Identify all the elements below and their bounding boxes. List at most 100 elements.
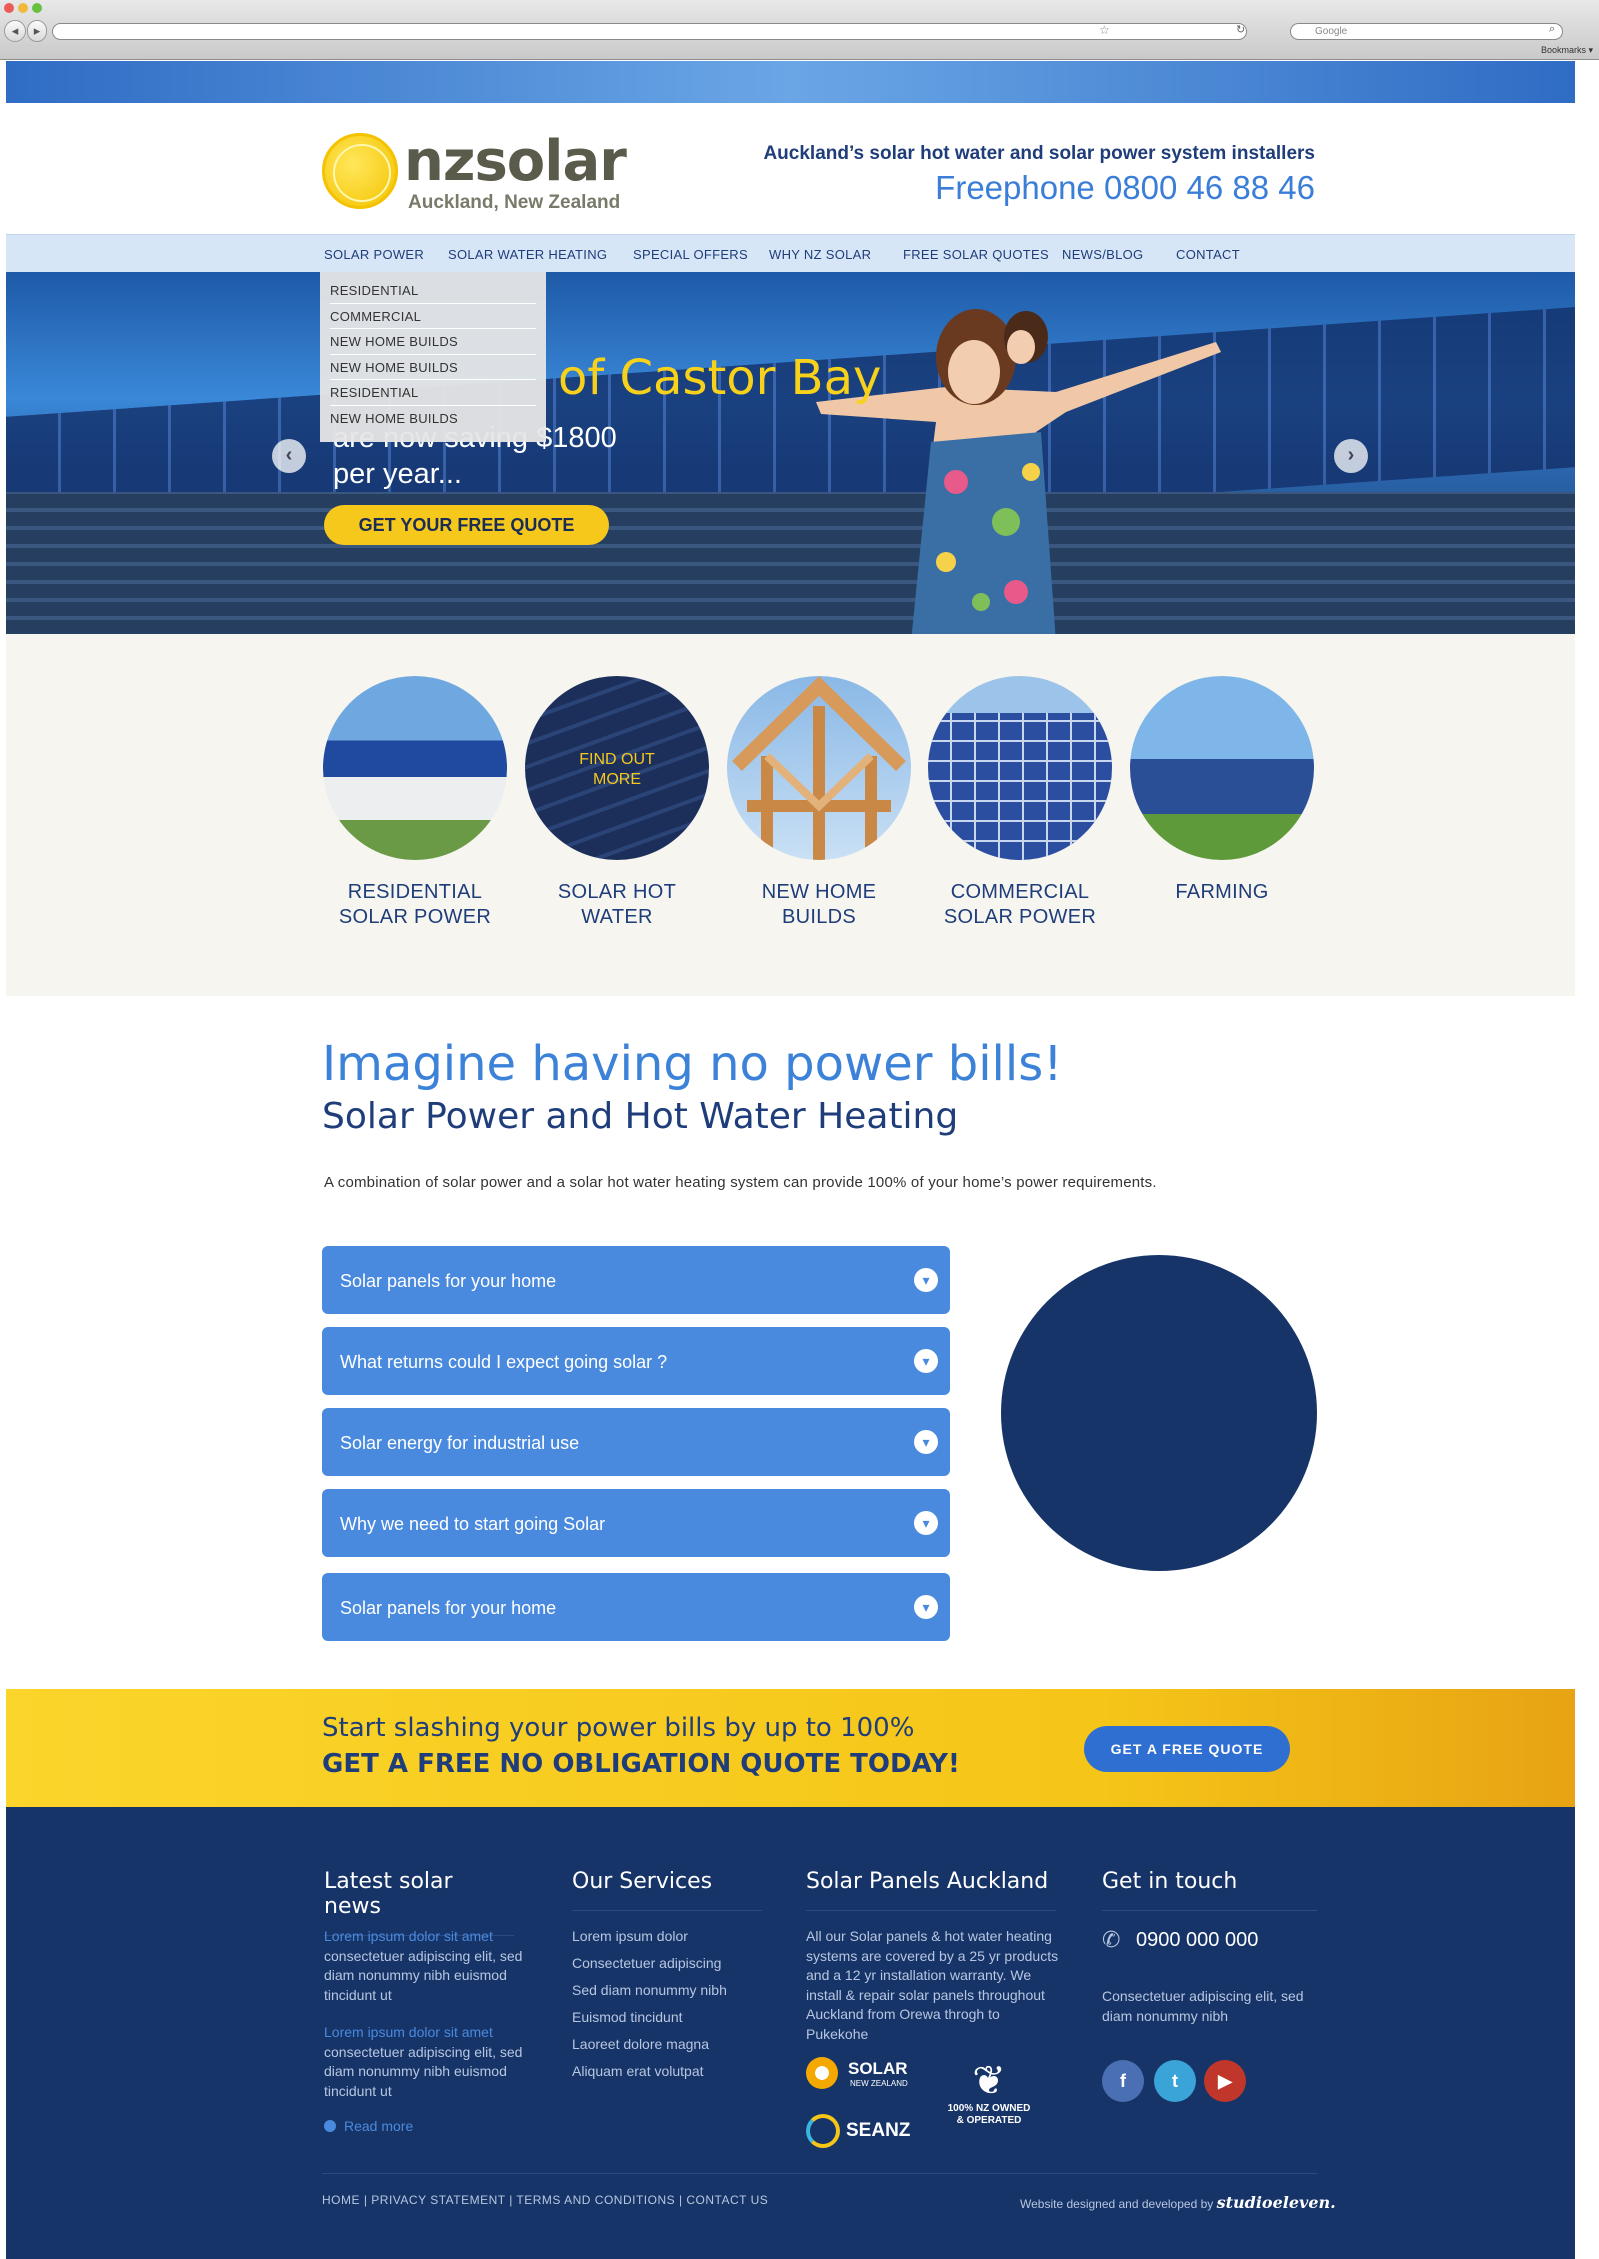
category-label: NEW HOME (761, 881, 877, 903)
farming-image[interactable] (1130, 676, 1314, 860)
accordion-label: What returns could I expect going solar … (340, 1352, 668, 1372)
minimize-window-icon[interactable] (18, 3, 28, 13)
category-residential[interactable]: RESIDENTIAL SOLAR POWER (322, 676, 508, 930)
twitter-icon[interactable]: t (1154, 2060, 1196, 2102)
zoom-window-icon[interactable] (32, 3, 42, 13)
category-farming[interactable]: FARMING (1129, 676, 1315, 905)
accordion-item[interactable]: Why we need to start going Solar ▾ (322, 1489, 950, 1557)
url-field[interactable] (52, 23, 1247, 40)
youtube-icon[interactable]: ▶ (1204, 2060, 1246, 2102)
main-intro: A combination of solar power and a solar… (324, 1174, 1157, 1191)
header-phone[interactable]: Freephone 0800 46 88 46 (935, 169, 1315, 207)
category-label: COMMERCIAL (950, 881, 1090, 903)
nav-contact[interactable]: CONTACT (1176, 247, 1240, 262)
solar-nz-badge[interactable]: SOLAR NEW ZEALAND (806, 2057, 916, 2094)
service-link[interactable]: Aliquam erat volutpat (572, 2062, 772, 2089)
search-field[interactable]: Google (1290, 23, 1563, 40)
nav-solar-power[interactable]: SOLAR POWER (324, 247, 424, 262)
top-sky-band (6, 61, 1575, 103)
chevron-down-icon[interactable]: ▾ (914, 1511, 938, 1535)
accordion-item[interactable]: What returns could I expect going solar … (322, 1327, 950, 1395)
news-link[interactable]: Lorem ipsum dolor sit amet (324, 1927, 524, 1947)
category-label: SOLAR POWER (338, 906, 492, 928)
accordion-label: Solar energy for industrial use (340, 1433, 580, 1453)
nav-special-offers[interactable]: SPECIAL OFFERS (633, 247, 748, 262)
service-link[interactable]: Consectetuer adipiscing (572, 1954, 772, 1981)
service-link[interactable]: Lorem ipsum dolor (572, 1927, 772, 1954)
category-label: WATER (581, 906, 653, 928)
nav-news-blog[interactable]: NEWS/BLOG (1062, 247, 1143, 262)
dropdown-item-residential[interactable]: RESIDENTIAL (330, 380, 536, 406)
read-more-link[interactable]: Read more (324, 2117, 524, 2137)
footer-auckland-title: Solar Panels Auckland (806, 1869, 1056, 1911)
cta-line-1: Start slashing your power bills by up to… (322, 1713, 915, 1743)
feature-circle-image (1001, 1255, 1317, 1571)
nav-free-solar-quotes[interactable]: FREE SOLAR QUOTES (903, 247, 1049, 262)
service-link[interactable]: Sed diam nonummy nibh (572, 1981, 772, 2008)
chevron-down-icon[interactable]: ▾ (914, 1595, 938, 1619)
sun-logo-icon[interactable] (322, 133, 398, 209)
chevron-down-icon[interactable]: ▾ (914, 1430, 938, 1454)
category-section: RESIDENTIAL SOLAR POWER FIND OUT MORE SOL… (6, 634, 1575, 996)
news-link[interactable]: Lorem ipsum dolor sit amet (324, 2023, 524, 2043)
logo-subtitle: Auckland, New Zealand (408, 192, 621, 213)
dropdown-item-commercial[interactable]: COMMERCIAL (330, 304, 536, 329)
search-icon[interactable]: ⌕ (1549, 23, 1555, 36)
solar-hot-water-image[interactable]: FIND OUT MORE (525, 676, 709, 860)
solar-nz-subtext: NEW ZEALAND (850, 2079, 908, 2088)
residential-image[interactable] (323, 676, 507, 860)
category-label: SOLAR POWER (943, 906, 1097, 928)
commercial-image[interactable] (928, 676, 1112, 860)
dropdown-item-new-home-builds[interactable]: NEW HOME BUILDS (330, 329, 536, 355)
find-out-more-overlay[interactable]: FIND OUT MORE (555, 750, 679, 790)
footer-services-list: Lorem ipsum dolor Consectetuer adipiscin… (572, 1927, 772, 2089)
dropdown-item-new-home-builds[interactable]: NEW HOME BUILDS (330, 355, 536, 380)
footer-contact-title: Get in touch (1102, 1869, 1317, 1911)
dropdown-item-new-home-builds[interactable]: NEW HOME BUILDS (330, 406, 536, 432)
play-circle-icon (324, 2120, 336, 2132)
category-solar-hot-water[interactable]: FIND OUT MORE SOLAR HOT WATER (524, 676, 710, 930)
bookmark-star-icon[interactable]: ☆ (1099, 23, 1110, 37)
page: nzsolar Auckland, New Zealand Auckland’s… (6, 61, 1575, 2259)
accordion-item[interactable]: Solar energy for industrial use ▾ (322, 1408, 950, 1476)
nav-solar-water-heating[interactable]: SOLAR WATER HEATING (448, 247, 607, 262)
footer-credit: Website designed and developed by studio… (1020, 2193, 1336, 2212)
service-link[interactable]: Euismod tincidunt (572, 2008, 772, 2035)
reload-icon[interactable]: ↻ (1236, 23, 1245, 36)
chevron-down-icon[interactable]: ▾ (914, 1349, 938, 1373)
accordion-label: Solar panels for your home (340, 1598, 557, 1618)
logo-name[interactable]: nzsolar (404, 129, 627, 194)
solar-power-dropdown: RESIDENTIAL COMMERCIAL NEW HOME BUILDS N… (320, 272, 546, 442)
seanz-badge[interactable]: SEANZ (806, 2114, 926, 2153)
seanz-ring-icon (806, 2114, 840, 2148)
back-button[interactable]: ◂ (4, 20, 26, 42)
chevron-down-icon[interactable]: ▾ (914, 1268, 938, 1292)
category-commercial[interactable]: COMMERCIAL SOLAR POWER (927, 676, 1113, 930)
slider-next-icon[interactable]: › (1334, 439, 1368, 473)
close-window-icon[interactable] (4, 3, 14, 13)
facebook-icon[interactable]: f (1102, 2060, 1144, 2102)
category-label: RESIDENTIAL (347, 881, 483, 903)
fern-icon: ❦ (972, 2059, 1006, 2103)
cta-quote-button[interactable]: GET A FREE QUOTE (1084, 1726, 1290, 1772)
nav-why-nz-solar[interactable]: WHY NZ SOLAR (769, 247, 871, 262)
studio-logo[interactable]: studioeleven. (1217, 2193, 1336, 2212)
nz-owned-badge[interactable]: ❦ 100% NZ OWNED & OPERATED (944, 2059, 1034, 2127)
accordion-item[interactable]: Solar panels for your home ▾ (322, 1246, 950, 1314)
category-new-home-builds[interactable]: NEW HOME BUILDS (726, 676, 912, 930)
news-excerpt: consectetuer adipiscing elit, sed diam n… (324, 2043, 523, 2099)
roof-backdrop (6, 492, 1575, 634)
dropdown-item-residential[interactable]: RESIDENTIAL (330, 278, 536, 304)
category-label: FARMING (1175, 881, 1269, 903)
accordion-item[interactable]: Solar panels for your home ▾ (322, 1573, 950, 1641)
bookmarks-button[interactable]: Bookmarks ▾ (1541, 45, 1593, 56)
footer-links[interactable]: HOME | PRIVACY STATEMENT | TERMS AND CON… (322, 2193, 768, 2207)
hero-quote-button[interactable]: GET YOUR FREE QUOTE (324, 505, 609, 545)
footer-phone[interactable]: 0900 000 000 (1136, 1929, 1258, 1952)
service-link[interactable]: Laoreet dolore magna (572, 2035, 772, 2062)
search-placeholder: Google (1315, 26, 1348, 37)
site-header: nzsolar Auckland, New Zealand Auckland’s… (6, 103, 1575, 234)
forward-button[interactable]: ▸ (27, 20, 47, 42)
new-home-builds-image[interactable] (727, 676, 911, 860)
slider-prev-icon[interactable]: ‹ (272, 439, 306, 473)
